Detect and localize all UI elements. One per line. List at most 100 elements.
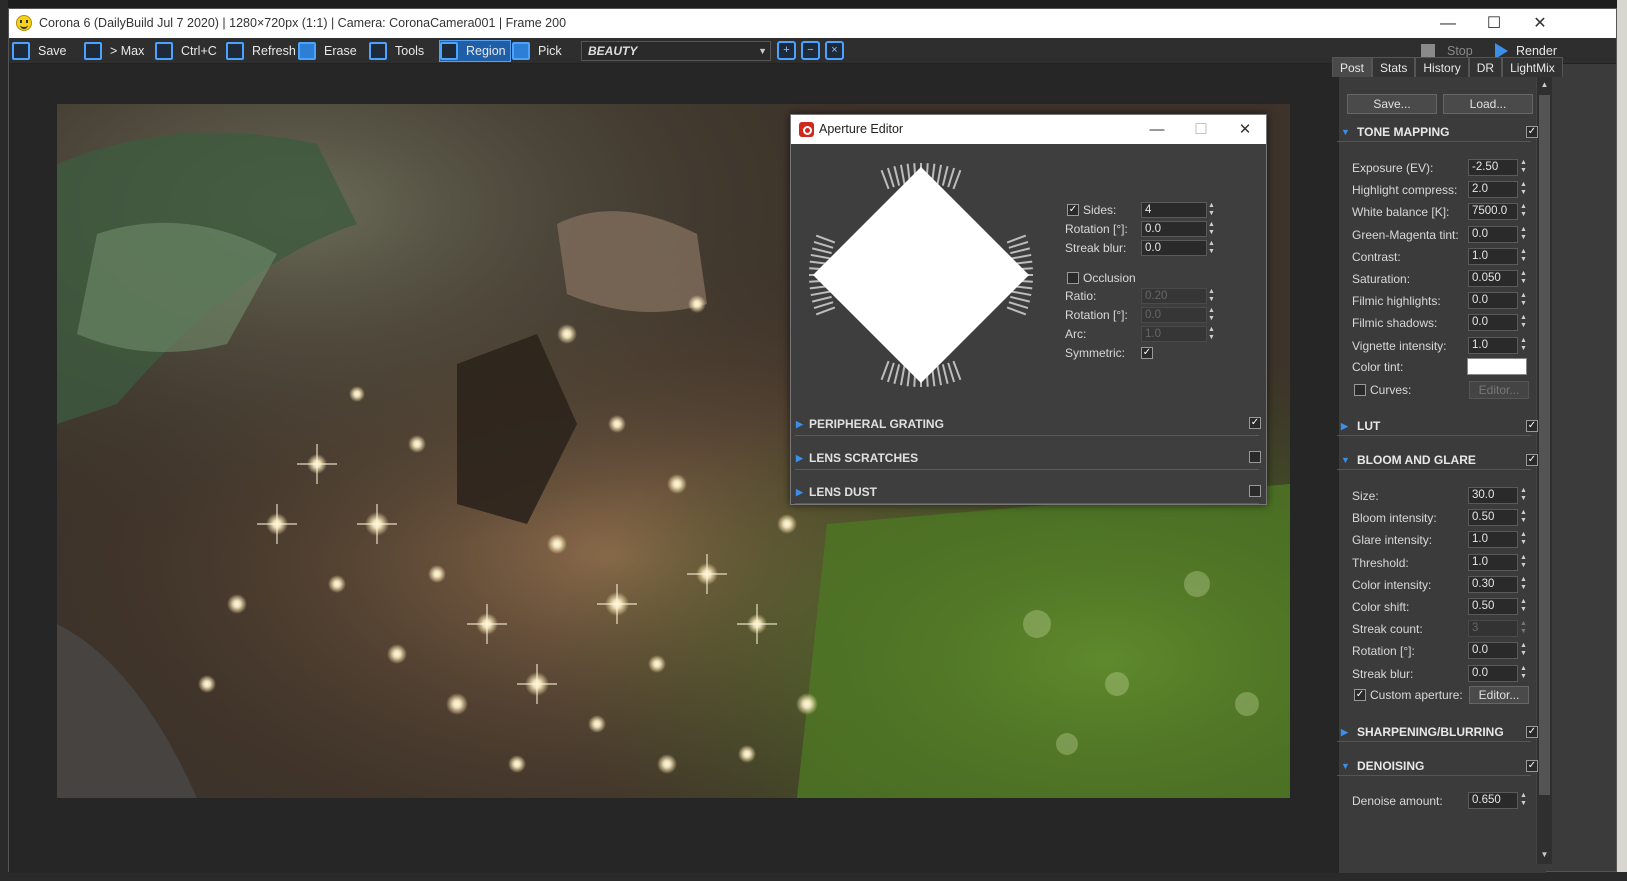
ratio-spinner[interactable]: ▲ ▼ [1207,288,1216,304]
tone-mapping-row-2-input[interactable]: 7500.0 [1468,203,1518,221]
section-denoising[interactable]: ▼ DENOISING [1337,756,1531,776]
section-bloom-glare[interactable]: ▼ BLOOM AND GLARE [1337,450,1531,470]
occlusion-rotation-spinner[interactable]: ▲ ▼ [1207,307,1216,323]
erase-button[interactable]: Erase [298,40,357,62]
tone-mapping-checkbox[interactable]: ✓ [1526,126,1538,138]
tone-mapping-row-8-input[interactable]: 1.0 [1468,336,1518,354]
section-lens-scratches[interactable]: ▶ LENS SCRATCHES [795,446,1259,470]
section-lut[interactable]: ▶ LUT [1337,416,1531,436]
dialog-maximize-button[interactable]: ☐ [1179,115,1223,144]
tone-mapping-row-1-spinner[interactable]: ▲ ▼ [1519,181,1528,198]
refresh-button[interactable]: Refresh [226,40,296,62]
zoom-fit-icon[interactable]: × [825,41,844,60]
to-max-button[interactable]: > Max [84,40,144,62]
title-bar[interactable]: Corona 6 (DailyBuild Jul 7 2020) | 1280×… [9,9,1616,38]
peripheral-grating-checkbox[interactable]: ✓ [1249,417,1261,429]
tone-mapping-row-5-spinner[interactable]: ▲ ▼ [1519,270,1528,287]
denoising-checkbox[interactable]: ✓ [1526,760,1538,772]
bloom-glare-row-7-input[interactable]: 0.0 [1468,642,1518,660]
tab-history[interactable]: History [1415,57,1469,77]
aperture-editor-button[interactable]: Editor... [1469,686,1529,704]
scroll-down-icon[interactable]: ▼ [1537,847,1552,862]
bloom-glare-row-6-input[interactable]: 3 [1468,620,1518,638]
dialog-title-bar[interactable]: Aperture Editor — ☐ ✕ [791,115,1266,144]
bloom-glare-row-4-spinner[interactable]: ▲ ▼ [1519,576,1528,593]
bloom-glare-row-5-input[interactable]: 0.50 [1468,598,1518,615]
tab-lightmix[interactable]: LightMix [1502,57,1563,77]
bloom-glare-row-2-spinner[interactable]: ▲ ▼ [1519,531,1528,548]
dialog-minimize-button[interactable]: — [1135,115,1179,144]
load-settings-button[interactable]: Load... [1443,94,1533,114]
section-peripheral-grating[interactable]: ▶ PERIPHERAL GRATING [795,412,1259,436]
sides-checkbox[interactable]: ✓ [1067,204,1079,216]
save-button[interactable]: Save [12,40,67,62]
zoom-in-icon[interactable]: + [777,41,796,60]
tone-mapping-row-0-spinner[interactable]: ▲ ▼ [1519,159,1528,176]
symmetric-checkbox[interactable]: ✓ [1141,347,1153,359]
rotation-spinner[interactable]: ▲ ▼ [1207,221,1216,237]
bloom-glare-row-5-spinner[interactable]: ▲ ▼ [1519,598,1528,615]
bloom-glare-row-1-input[interactable]: 0.50 [1468,509,1518,527]
section-lens-dust[interactable]: ▶ LENS DUST [795,480,1259,504]
save-settings-button[interactable]: Save... [1347,94,1437,114]
streak-blur-input[interactable]: 0.0 [1141,240,1207,256]
tone-mapping-row-1-input[interactable]: 2.0 [1468,181,1518,199]
render-pass-select[interactable]: BEAUTY ▼ [581,41,771,61]
arc-spinner[interactable]: ▲ ▼ [1207,326,1216,342]
bloom-glare-row-0-input[interactable]: 30.0 [1468,487,1518,504]
pick-button[interactable]: Pick [512,40,562,62]
dialog-close-button[interactable]: ✕ [1223,115,1267,144]
bloom-glare-row-8-spinner[interactable]: ▲ ▼ [1519,665,1528,682]
tab-stats[interactable]: Stats [1372,57,1416,77]
tone-mapping-row-6-spinner[interactable]: ▲ ▼ [1519,292,1528,309]
lens-dust-checkbox[interactable] [1249,485,1261,497]
panel-scrollbar[interactable]: ▲ ▼ [1536,77,1552,864]
sharpening-checkbox[interactable]: ✓ [1526,726,1538,738]
section-tone-mapping[interactable]: ▼ TONE MAPPING [1337,122,1531,142]
bloom-glare-row-1-spinner[interactable]: ▲ ▼ [1519,509,1528,526]
color-tint-swatch[interactable] [1467,358,1527,375]
tone-mapping-row-2-spinner[interactable]: ▲ ▼ [1519,203,1528,220]
maximize-button[interactable]: ☐ [1471,9,1517,38]
custom-aperture-checkbox[interactable]: ✓ [1354,689,1366,701]
tone-mapping-row-6-input[interactable]: 0.0 [1468,292,1518,310]
scroll-thumb[interactable] [1539,95,1550,795]
bloom-glare-row-8-input[interactable]: 0.0 [1468,664,1518,682]
denoise-amount-spinner[interactable]: ▲ ▼ [1519,792,1528,809]
tone-mapping-row-3-spinner[interactable]: ▲ ▼ [1519,226,1528,243]
tone-mapping-row-7-input[interactable]: 0.0 [1468,314,1518,332]
tools-button[interactable]: Tools [369,40,424,62]
bloom-glare-row-3-spinner[interactable]: ▲ ▼ [1519,554,1528,571]
close-button[interactable]: ✕ [1517,9,1563,38]
minimize-button[interactable]: — [1425,9,1471,38]
denoise-amount-input[interactable]: 0.650 [1468,792,1518,809]
section-sharpening[interactable]: ▶ SHARPENING/BLURRING [1337,722,1531,742]
tone-mapping-row-7-spinner[interactable]: ▲ ▼ [1519,314,1528,331]
tone-mapping-row-8-spinner[interactable]: ▲ ▼ [1519,337,1528,354]
lens-scratches-checkbox[interactable] [1249,451,1261,463]
bloom-glare-row-0-spinner[interactable]: ▲ ▼ [1519,487,1528,504]
bloom-glare-row-7-spinner[interactable]: ▲ ▼ [1519,642,1528,659]
curves-checkbox[interactable] [1354,384,1366,396]
tone-mapping-row-5-input[interactable]: 0.050 [1468,270,1518,287]
zoom-out-icon[interactable]: − [801,41,820,60]
arc-input[interactable]: 1.0 [1141,326,1207,342]
tone-mapping-row-0-input[interactable]: -2.50 [1468,159,1518,176]
bloom-glare-row-4-input[interactable]: 0.30 [1468,575,1518,593]
tone-mapping-row-4-input[interactable]: 1.0 [1468,247,1518,265]
scroll-up-icon[interactable]: ▲ [1537,77,1552,92]
curves-editor-button[interactable]: Editor... [1469,381,1529,399]
sides-spinner[interactable]: ▲ ▼ [1207,202,1216,218]
copy-button[interactable]: Ctrl+C [155,40,217,62]
occlusion-rotation-input[interactable]: 0.0 [1141,307,1207,323]
streak-blur-spinner[interactable]: ▲ ▼ [1207,240,1216,256]
occlusion-checkbox[interactable] [1067,272,1079,284]
lut-checkbox[interactable]: ✓ [1526,420,1538,432]
bloom-glare-row-6-spinner[interactable]: ▲ ▼ [1519,620,1528,637]
tone-mapping-row-3-input[interactable]: 0.0 [1468,225,1518,243]
sides-input[interactable]: 4 [1141,202,1207,218]
tab-post[interactable]: Post [1332,57,1373,77]
bloom-glare-row-3-input[interactable]: 1.0 [1468,553,1518,571]
rotation-input[interactable]: 0.0 [1141,221,1207,237]
region-button[interactable]: Region [439,40,511,62]
